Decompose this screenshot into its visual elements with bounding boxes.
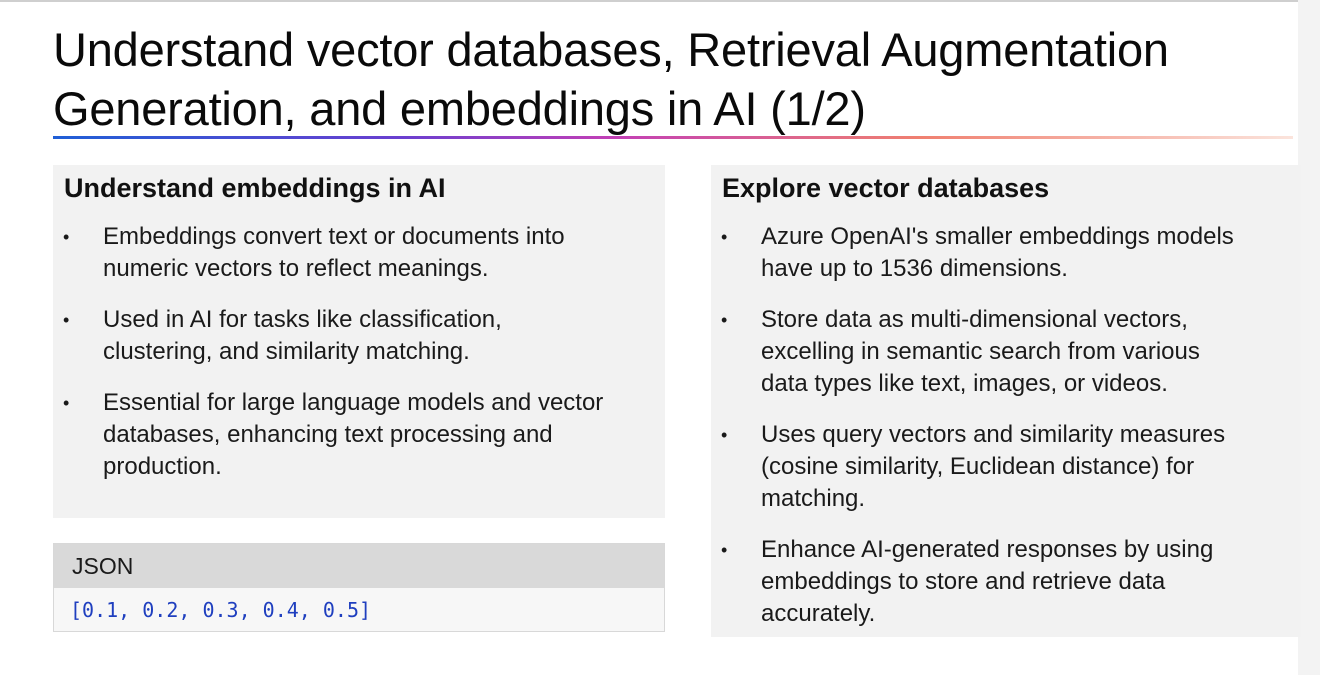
bullet-line: Essential for large language models and …: [103, 389, 604, 416]
bullet-line: Enhance AI-generated responses by using: [761, 536, 1214, 563]
bullet-line: excelling in semantic search from variou…: [761, 338, 1200, 365]
bullet-line: embeddings to store and retrieve data: [761, 568, 1166, 595]
bullet-icon: •: [721, 540, 728, 560]
bullet-line: clustering, and similarity matching.: [103, 338, 470, 365]
bullet-line: accurately.: [761, 600, 876, 627]
bullet-line: numeric vectors to reflect meanings.: [103, 255, 489, 282]
vector-databases-panel-heading: Explore vector databases: [722, 173, 1050, 203]
json-code-block: JSON [0.1, 0.2, 0.3, 0.4, 0.5]: [53, 543, 665, 632]
code-content[interactable]: [0.1, 0.2, 0.3, 0.4, 0.5]: [54, 588, 664, 632]
list-item: • Store data as multi-dimensional vector…: [711, 304, 1301, 400]
bullet-line: Store data as multi-dimensional vectors,: [761, 306, 1188, 333]
embeddings-panel: Understand embeddings in AI • Embeddings…: [53, 165, 665, 518]
list-item: • Uses query vectors and similarity meas…: [711, 419, 1301, 515]
code-language-label: JSON: [54, 544, 664, 588]
bullet-icon: •: [63, 310, 70, 330]
bullet-icon: •: [721, 425, 728, 445]
list-item: • Enhance AI-generated responses by usin…: [711, 534, 1301, 630]
list-item: • Used in AI for tasks like classificati…: [53, 304, 665, 368]
bullet-icon: •: [63, 393, 70, 413]
slide-title-line-2: Generation, and embeddings in AI (1/2): [53, 82, 866, 135]
bullet-line: have up to 1536 dimensions.: [761, 255, 1068, 282]
bullet-line: Used in AI for tasks like classification…: [103, 306, 502, 333]
slide-title-line-1: Understand vector databases, Retrieval A…: [53, 23, 1169, 76]
vector-databases-panel: Explore vector databases • Azure OpenAI'…: [711, 165, 1301, 637]
bullet-line: Embeddings convert text or documents int…: [103, 223, 565, 250]
vector-databases-bullet-list: • Azure OpenAI's smaller embeddings mode…: [711, 221, 1301, 649]
bullet-line: Uses query vectors and similarity measur…: [761, 421, 1226, 448]
bullet-icon: •: [721, 227, 728, 247]
bullet-line: data types like text, images, or videos.: [761, 370, 1168, 397]
bullet-icon: •: [721, 310, 728, 330]
bullet-line: matching.: [761, 485, 866, 512]
list-item: • Essential for large language models an…: [53, 387, 665, 483]
bullet-line: databases, enhancing text processing and: [103, 421, 553, 448]
embeddings-panel-heading: Understand embeddings in AI: [64, 173, 446, 203]
bullet-icon: •: [63, 227, 70, 247]
top-border: [0, 0, 1320, 2]
list-item: • Azure OpenAI's smaller embeddings mode…: [711, 221, 1301, 285]
slide-title: Understand vector databases, Retrieval A…: [53, 20, 1303, 138]
bullet-line: (cosine similarity, Euclidean distance) …: [761, 453, 1195, 480]
title-gradient-underline: [53, 136, 1293, 139]
bullet-line: Azure OpenAI's smaller embeddings models: [761, 223, 1234, 250]
embeddings-bullet-list: • Embeddings convert text or documents i…: [53, 221, 665, 502]
list-item: • Embeddings convert text or documents i…: [53, 221, 665, 285]
bullet-line: production.: [103, 453, 222, 480]
